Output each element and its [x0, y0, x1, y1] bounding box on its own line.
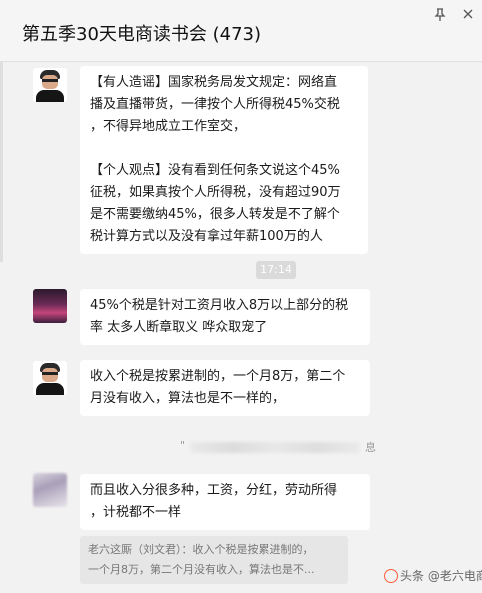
message-text: 收入个税是按累进制的，一个月8万，第二个	[90, 369, 346, 384]
avatar[interactable]	[33, 68, 67, 102]
system-notice: " 息	[180, 439, 376, 455]
message-text: 播及直播带货，一律按个人所得税45%交税	[90, 97, 340, 112]
message-text: 征税，如果真按个人所得税，没有超过90万	[90, 185, 341, 200]
message-text: 是不需要缴纳45%，很多人转发是不了解个	[90, 207, 340, 222]
message-bubble[interactable]: 而且收入分很多种，工资，分红，劳动所得 ，计税都不一样	[80, 474, 370, 530]
message-text: ，不得异地成立工作室交，	[90, 119, 247, 134]
message-text: 45%个税是针对工资月收入8万以上部分的税	[90, 298, 349, 313]
message-list: 【有人造谣】国家税务局发文规定：网络直 播及直播带货，一律按个人所得税45%交税…	[0, 63, 482, 593]
quoted-message[interactable]: 老六这厮（刘文君）：收入个税是按累进制的， 一个月8万，第二个月没有收入，算法也…	[80, 536, 348, 584]
message-text: 而且收入分很多种，工资，分红，劳动所得	[90, 483, 338, 498]
notice-prefix: "	[180, 439, 186, 452]
pin-icon[interactable]	[432, 8, 448, 25]
avatar[interactable]	[33, 361, 67, 395]
message-spacer	[90, 138, 358, 160]
message-text: 【有人造谣】国家税务局发文规定：网络直	[90, 75, 338, 90]
watermark-logo-icon	[384, 569, 398, 583]
quote-text: 老六这厮（刘文君）：收入个税是按累进制的，	[88, 543, 314, 556]
message-text: 税计算方式以及没有拿过年薪100万的人	[90, 229, 323, 244]
chat-header: 第五季30天电商读书会 (473)	[0, 0, 482, 62]
message-text: 月没有收入，算法也是不一样的，	[90, 391, 286, 406]
watermark: 头条 @老六电商	[384, 567, 482, 584]
message-text: ，计税都不一样	[90, 505, 182, 520]
timestamp: 17:14	[256, 261, 296, 279]
group-title: 第五季30天电商读书会 (473)	[22, 24, 262, 45]
close-icon[interactable]	[460, 8, 476, 23]
blurred-notice-text	[190, 442, 360, 453]
notice-suffix: 息	[365, 441, 376, 454]
message-text: 率 太多人断章取义 哗众取宠了	[90, 320, 268, 335]
message-bubble[interactable]: 【有人造谣】国家税务局发文规定：网络直 播及直播带货，一律按个人所得税45%交税…	[80, 66, 368, 254]
avatar[interactable]	[33, 473, 67, 507]
quote-text: 一个月8万，第二个月没有收入，算法也是不...	[88, 563, 315, 576]
watermark-text: 头条 @老六电商	[400, 569, 482, 583]
message-bubble[interactable]: 45%个税是针对工资月收入8万以上部分的税 率 太多人断章取义 哗众取宠了	[80, 289, 370, 345]
avatar[interactable]	[33, 289, 67, 323]
message-text: 【个人观点】没有看到任何条文说这个45%	[90, 163, 340, 178]
message-bubble[interactable]: 收入个税是按累进制的，一个月8万，第二个 月没有收入，算法也是不一样的，	[80, 360, 370, 416]
